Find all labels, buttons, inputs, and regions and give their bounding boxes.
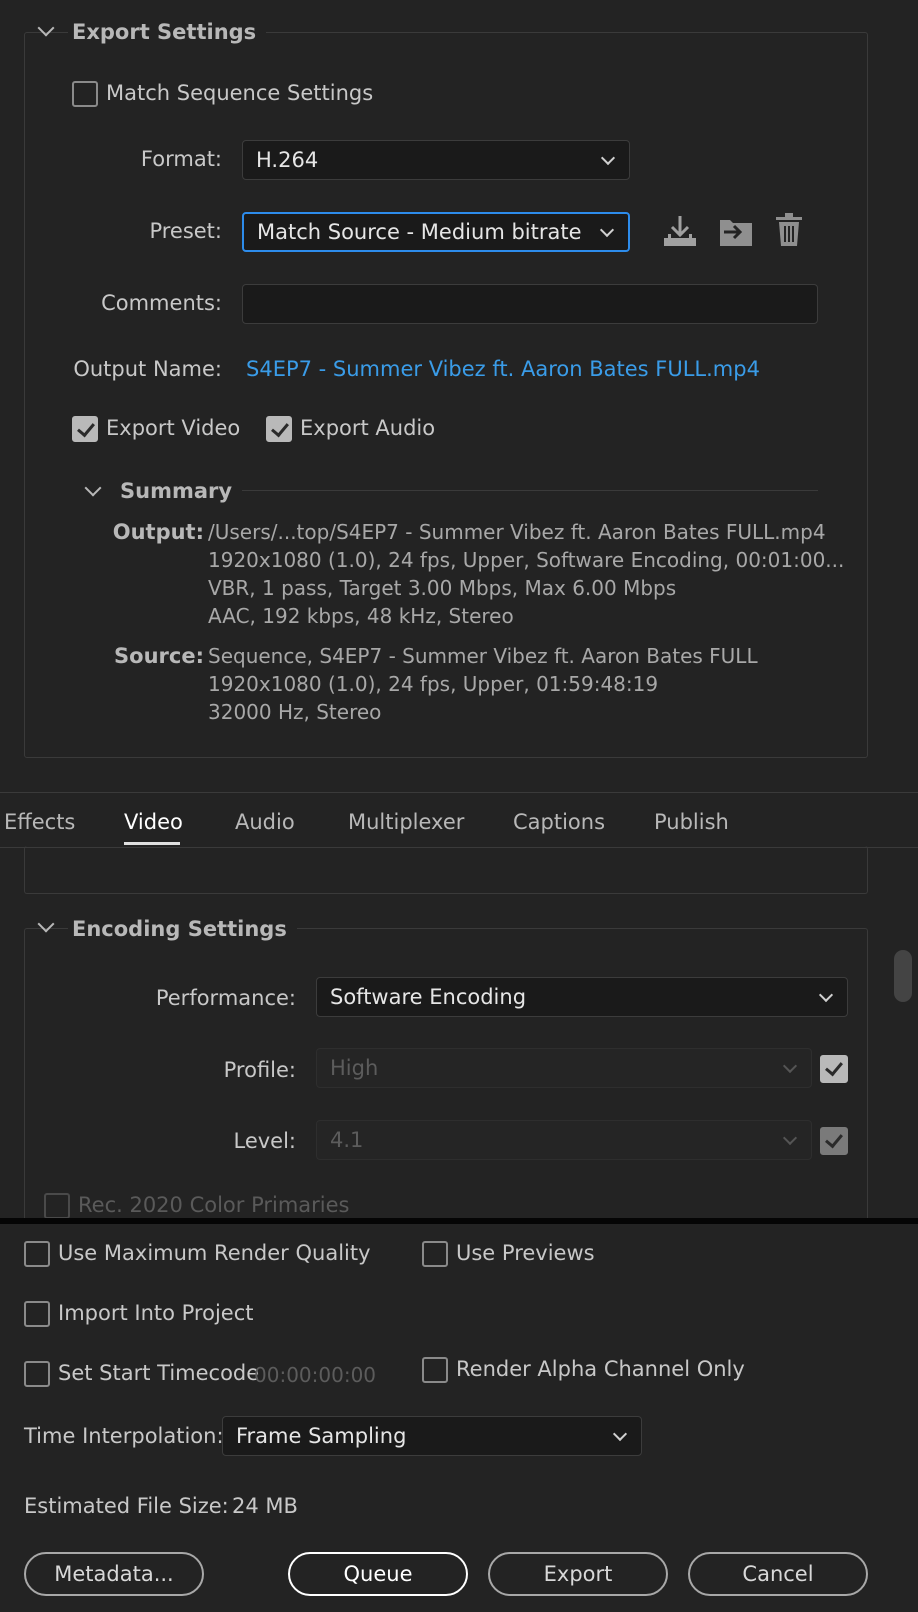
performance-value: Software Encoding	[330, 985, 527, 1009]
rec2020-checkbox[interactable]	[44, 1193, 70, 1219]
tab-publish[interactable]: Publish	[654, 810, 729, 834]
cancel-button[interactable]: Cancel	[688, 1552, 868, 1596]
start-timecode-checkbox[interactable]	[24, 1361, 50, 1387]
comments-label: Comments:	[101, 291, 222, 315]
max-render-quality-label: Use Maximum Render Quality	[58, 1241, 371, 1265]
delete-preset-icon[interactable]	[774, 212, 804, 248]
preset-dropdown[interactable]: Match Source - Medium bitrate	[242, 212, 630, 252]
tab-audio[interactable]: Audio	[235, 810, 295, 834]
chevron-down-icon	[612, 1426, 628, 1442]
output-name-link[interactable]: S4EP7 - Summer Vibez ft. Aaron Bates FUL…	[246, 357, 760, 381]
scrollbar-thumb[interactable]	[894, 950, 912, 1002]
chevron-down-icon	[599, 222, 615, 238]
prev-panel-fragment	[24, 846, 868, 894]
performance-dropdown[interactable]: Software Encoding	[316, 977, 848, 1017]
format-value: H.264	[256, 148, 319, 172]
performance-label: Performance:	[155, 986, 296, 1010]
start-timecode-value: 00:00:00:00	[254, 1363, 377, 1387]
use-previews-label: Use Previews	[456, 1241, 595, 1265]
encoding-settings-title: Encoding Settings	[68, 917, 297, 941]
match-sequence-checkbox[interactable]	[72, 81, 98, 107]
format-label: Format:	[140, 147, 222, 171]
import-preset-icon[interactable]	[718, 214, 754, 248]
time-interpolation-label: Time Interpolation:	[24, 1424, 224, 1448]
time-interpolation-value: Frame Sampling	[236, 1424, 407, 1448]
preset-label: Preset:	[149, 219, 222, 243]
summary-source-key: Source:	[114, 644, 204, 668]
profile-dropdown[interactable]: High	[316, 1048, 812, 1088]
level-value: 4.1	[330, 1128, 364, 1152]
time-interpolation-dropdown[interactable]: Frame Sampling	[222, 1416, 642, 1456]
metadata-button[interactable]: Metadata...	[24, 1552, 204, 1596]
max-render-quality-checkbox[interactable]	[24, 1241, 50, 1267]
level-match-checkbox[interactable]	[820, 1127, 848, 1155]
render-alpha-label: Render Alpha Channel Only	[456, 1357, 745, 1381]
panel-divider	[0, 1218, 918, 1224]
export-video-label: Export Video	[106, 416, 241, 440]
export-settings-title: Export Settings	[68, 20, 267, 44]
tab-captions[interactable]: Captions	[513, 810, 605, 834]
render-alpha-checkbox[interactable]	[422, 1357, 448, 1383]
chevron-down-icon	[600, 150, 616, 166]
preset-value: Match Source - Medium bitrate	[257, 220, 582, 244]
estimated-file-size-label: Estimated File Size:	[24, 1494, 229, 1518]
chevron-down-icon	[782, 1058, 798, 1074]
match-sequence-label: Match Sequence Settings	[106, 81, 374, 105]
profile-label: Profile:	[223, 1058, 296, 1082]
summary-output-line: /Users/...top/S4EP7 - Summer Vibez ft. A…	[208, 520, 826, 544]
level-dropdown[interactable]: 4.1	[316, 1120, 812, 1160]
tab-multiplexer[interactable]: Multiplexer	[348, 810, 464, 834]
summary-output-line: 1920x1080 (1.0), 24 fps, Upper, Software…	[208, 548, 845, 572]
import-into-project-checkbox[interactable]	[24, 1301, 50, 1327]
level-label: Level:	[233, 1129, 296, 1153]
active-tab-underline	[124, 842, 180, 845]
output-name-label: Output Name:	[73, 357, 222, 381]
summary-output-line: VBR, 1 pass, Target 3.00 Mbps, Max 6.00 …	[208, 576, 677, 600]
export-audio-label: Export Audio	[300, 416, 436, 440]
queue-button[interactable]: Queue	[288, 1552, 468, 1596]
profile-value: High	[330, 1056, 379, 1080]
summary-title: Summary	[116, 479, 243, 503]
import-into-project-label: Import Into Project	[58, 1301, 254, 1325]
format-dropdown[interactable]: H.264	[242, 140, 630, 180]
export-video-checkbox[interactable]	[72, 416, 98, 442]
tab-effects[interactable]: Effects	[4, 810, 75, 834]
export-button[interactable]: Export	[488, 1552, 668, 1596]
export-audio-checkbox[interactable]	[266, 416, 292, 442]
use-previews-checkbox[interactable]	[422, 1241, 448, 1267]
profile-match-checkbox[interactable]	[820, 1055, 848, 1083]
chevron-down-icon	[782, 1130, 798, 1146]
start-timecode-label: Set Start Timecode	[58, 1361, 260, 1385]
summary-output-key: Output:	[112, 520, 204, 544]
save-preset-icon[interactable]	[662, 214, 698, 248]
rec2020-label: Rec. 2020 Color Primaries	[78, 1193, 350, 1217]
tab-video[interactable]: Video	[124, 810, 183, 834]
comments-input[interactable]	[242, 284, 818, 324]
estimated-file-size-value: 24 MB	[232, 1494, 298, 1518]
summary-output-line: AAC, 192 kbps, 48 kHz, Stereo	[208, 604, 514, 628]
chevron-down-icon	[818, 987, 834, 1003]
summary-source-line: 1920x1080 (1.0), 24 fps, Upper, 01:59:48…	[208, 672, 659, 696]
summary-source-line: 32000 Hz, Stereo	[208, 700, 382, 724]
summary-source-line: Sequence, S4EP7 - Summer Vibez ft. Aaron…	[208, 644, 758, 668]
summary-divider	[238, 490, 818, 491]
